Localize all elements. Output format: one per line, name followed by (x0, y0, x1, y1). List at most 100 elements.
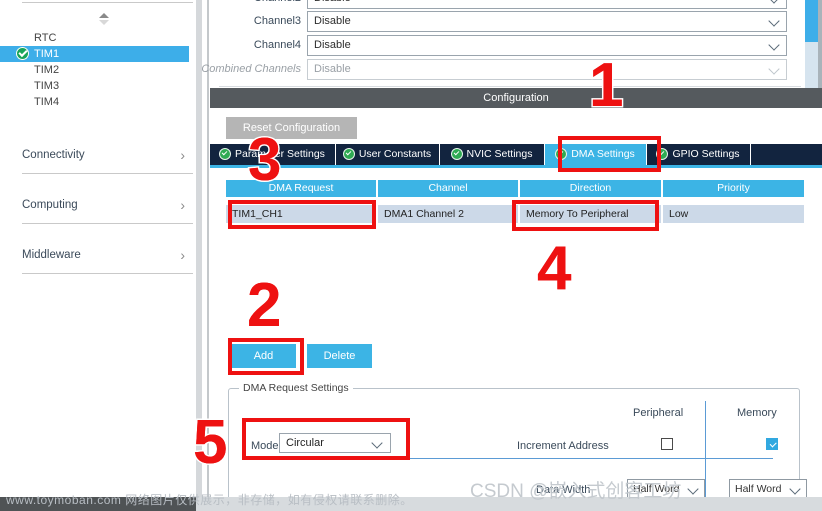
chevron-down-icon (770, 65, 779, 74)
configuration-tab-bar: Parameter Settings User Constants NVIC S… (210, 144, 822, 165)
column-header-label: Channel (428, 182, 468, 194)
data-width-memory-select[interactable]: Half Word (729, 479, 807, 499)
delete-button[interactable]: Delete (307, 344, 372, 368)
scrollbar-right-edge (818, 0, 822, 88)
param-row-channel2: Channel2 Disable (219, 0, 804, 10)
increment-address-memory-checkbox[interactable] (766, 438, 778, 450)
chevron-down-icon (770, 0, 779, 3)
sidebar-item-label: TIM1 (34, 48, 60, 60)
cell-value: Low (669, 208, 689, 220)
sidebar-group-label: Computing (22, 199, 78, 211)
data-width-memory-value: Half Word (735, 483, 782, 495)
scrollbar-thumb[interactable] (805, 0, 818, 42)
scroll-up-arrow-icon (99, 13, 109, 18)
cell-value: DMA1 Channel 2 (384, 208, 464, 220)
tab-underline (210, 165, 822, 168)
sidebar-group-middleware[interactable]: Middleware › (22, 239, 193, 274)
chevron-right-icon: › (180, 197, 185, 213)
column-head-memory: Memory (737, 407, 777, 419)
param-label: Channel4 (253, 39, 301, 51)
site-watermark: www.toymoban.com 网络图片仅供展示，非存储，如有侵权请联系删除。 (6, 493, 413, 507)
sidebar-scroll-indicator-icon[interactable] (96, 13, 112, 27)
chevron-right-icon: › (180, 147, 185, 163)
chevron-down-icon (791, 485, 800, 494)
cell-priority[interactable]: Low (663, 205, 804, 223)
sidebar-group-label: Connectivity (22, 149, 85, 161)
increment-address-peripheral-checkbox[interactable] (661, 438, 673, 450)
sidebar-group-connectivity[interactable]: Connectivity › (22, 139, 193, 174)
column-header-channel: Channel (378, 180, 520, 197)
channel3-value: Disable (314, 15, 351, 27)
combined-channels-select: Disable (307, 59, 787, 80)
reset-configuration-button[interactable]: Reset Configuration (226, 117, 357, 139)
combined-channels-value: Disable (314, 63, 351, 75)
annotation-box-add-button (228, 338, 304, 375)
channel2-value: Disable (314, 0, 351, 4)
chevron-down-icon (770, 17, 779, 26)
sidebar-item-label: TIM4 (34, 96, 60, 108)
check-circle-icon (343, 148, 354, 159)
group-vertical-divider (705, 401, 706, 499)
tab-label: GPIO Settings (672, 148, 740, 160)
sidebar-item-tim1[interactable]: TIM1 (0, 46, 189, 62)
configuration-title-bar: Configuration (210, 88, 822, 108)
peripheral-sidebar: RTC TIM1 TIM2 TIM3 TIM4 Connectivity › C… (0, 0, 193, 497)
tab-label: NVIC Settings (466, 148, 533, 160)
delete-button-label: Delete (323, 350, 356, 362)
sidebar-group-computing[interactable]: Computing › (22, 189, 193, 224)
annotation-box-dma-settings-tab (558, 136, 661, 172)
peripheral-list: RTC TIM1 TIM2 TIM3 TIM4 (0, 30, 193, 110)
annotation-box-mode-select (242, 418, 410, 460)
param-row-channel4: Channel4 Disable (219, 35, 804, 57)
sidebar-item-label: RTC (34, 32, 57, 44)
param-row-channel3: Channel3 Disable (219, 11, 804, 33)
sidebar-item-label: TIM3 (34, 80, 60, 92)
annotation-number-4: 44 (535, 234, 573, 303)
sidebar-item-rtc[interactable]: RTC (0, 30, 193, 46)
column-header-label: Direction (569, 182, 612, 194)
cell-channel[interactable]: DMA1 Channel 2 (378, 205, 520, 223)
param-label: Combined Channels (201, 63, 301, 75)
increment-address-label: Increment Address (517, 440, 609, 452)
tab-user-constants[interactable]: User Constants (336, 144, 440, 165)
table-header-row: DMA Request Channel Direction Priority (226, 180, 804, 197)
channel4-select[interactable]: Disable (307, 35, 787, 56)
channel4-value: Disable (314, 39, 351, 51)
column-header-priority: Priority (663, 180, 804, 197)
tab-gpio-settings[interactable]: GPIO Settings (647, 144, 751, 165)
sidebar-item-tim4[interactable]: TIM4 (0, 94, 193, 110)
channel2-select[interactable]: Disable (307, 0, 787, 9)
configuration-title: Configuration (483, 92, 549, 104)
csdn-watermark: CSDN @嵌入式创客工坊 (470, 481, 682, 502)
annotation-number-3: 33 (246, 126, 282, 193)
annotation-box-direction-cell (512, 200, 659, 231)
chevron-down-icon (770, 41, 779, 50)
param-label: Channel2 (219, 0, 301, 4)
scroll-down-arrow-icon (99, 20, 109, 25)
annotation-number-2: 22 (245, 271, 283, 340)
param-section-divider (219, 86, 813, 87)
check-circle-icon (451, 148, 462, 159)
annotation-box-dma-request-cell (228, 200, 376, 229)
group-legend: DMA Request Settings (239, 382, 353, 394)
param-label: Channel3 (253, 15, 301, 27)
channel-parameter-rows: Channel2 Disable Channel3 Disable Channe… (201, 0, 813, 88)
sidebar-top-divider (22, 2, 193, 3)
column-head-peripheral: Peripheral (633, 407, 684, 419)
check-circle-icon (220, 148, 231, 159)
tab-label: User Constants (358, 148, 432, 160)
column-header-direction: Direction (520, 180, 663, 197)
annotation-number-5: 55 (191, 408, 229, 477)
annotation-number-1: 11 (587, 51, 625, 120)
column-header-label: Priority (717, 182, 750, 194)
tab-nvic-settings[interactable]: NVIC Settings (440, 144, 545, 165)
channel3-select[interactable]: Disable (307, 11, 787, 32)
vertical-scrollbar[interactable] (805, 0, 818, 88)
sidebar-group-label: Middleware (22, 249, 81, 261)
sidebar-item-label: TIM2 (34, 64, 60, 76)
sidebar-item-tim2[interactable]: TIM2 (0, 62, 193, 78)
chevron-right-icon: › (180, 247, 185, 263)
chevron-down-icon (689, 485, 698, 494)
check-circle-icon (16, 47, 29, 60)
sidebar-item-tim3[interactable]: TIM3 (0, 78, 193, 94)
